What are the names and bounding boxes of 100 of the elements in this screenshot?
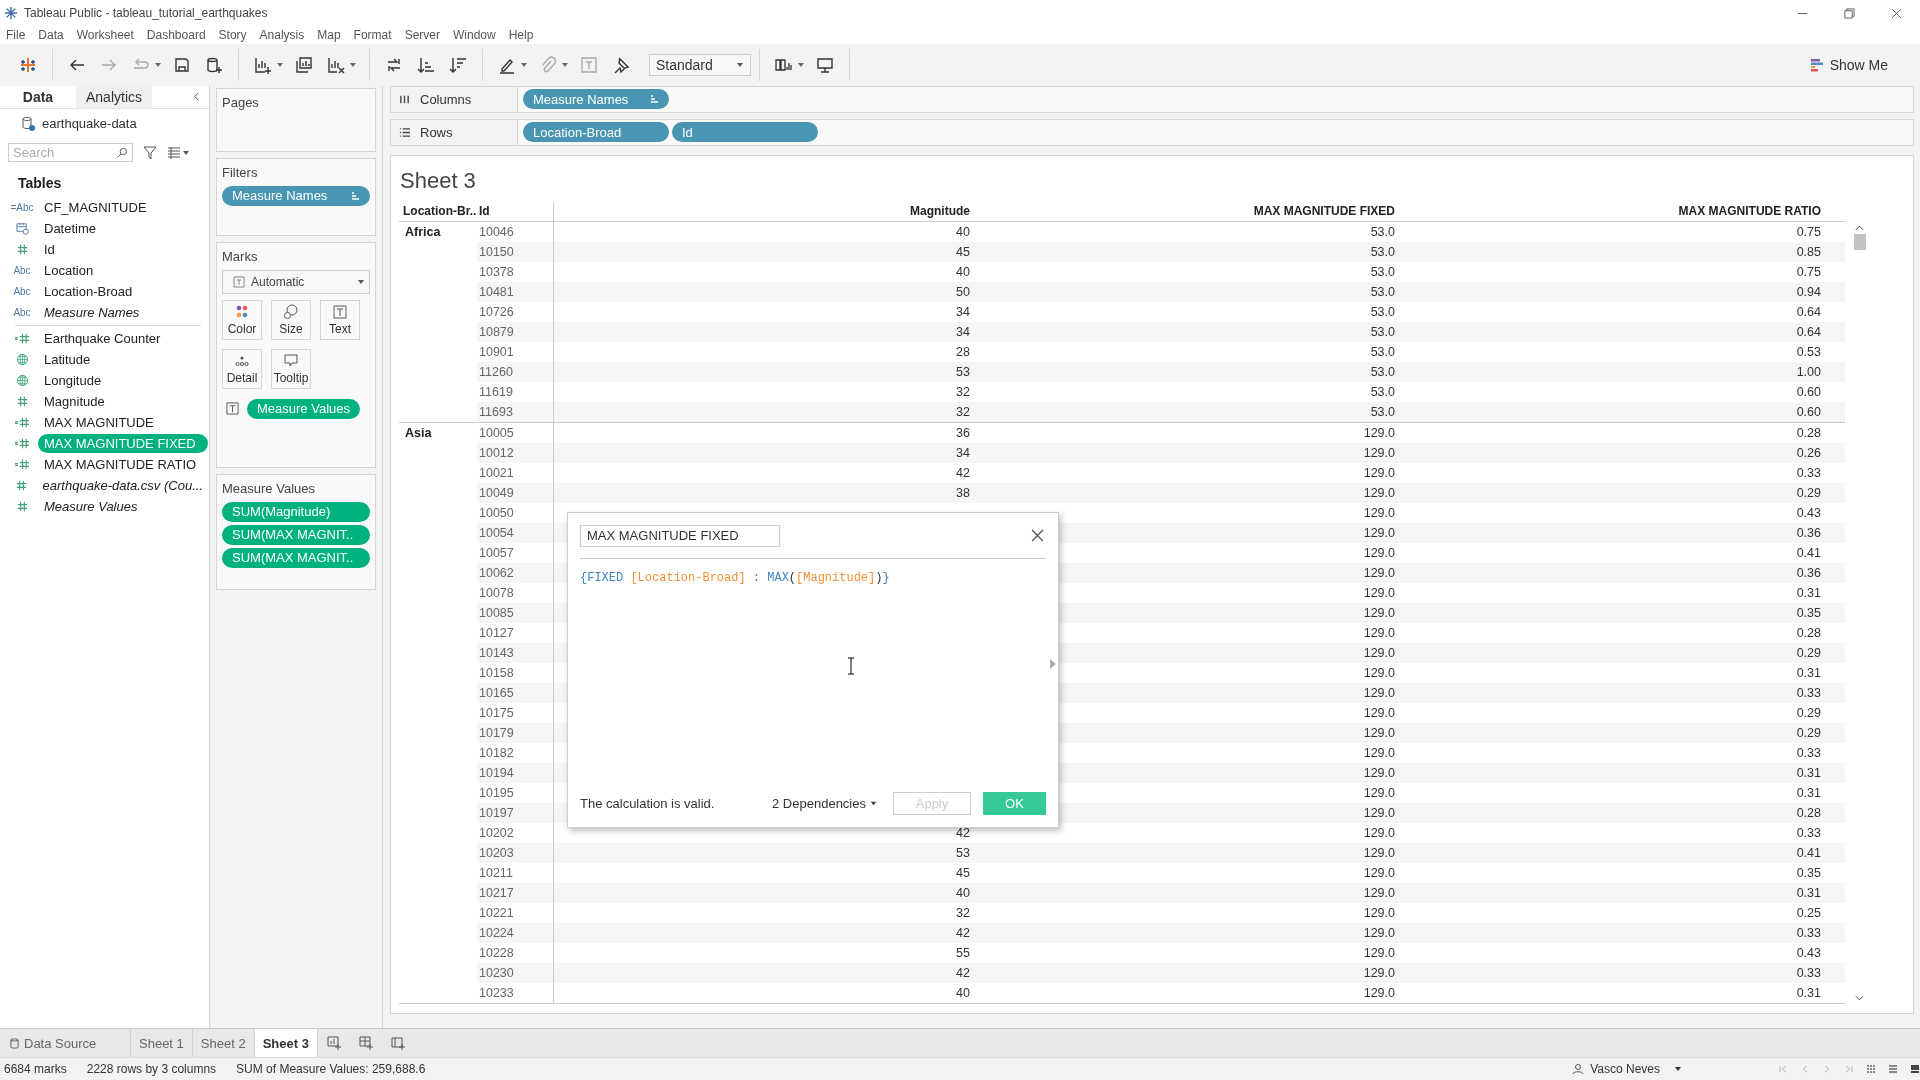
field-item[interactable]: MAX MAGNITUDE RATIO [38, 455, 203, 473]
dependencies-dropdown[interactable]: 2 Dependencies [772, 796, 877, 812]
menu-item[interactable]: Format [353, 28, 392, 43]
field-item[interactable]: MAX MAGNITUDE [38, 413, 160, 431]
sheet-tab[interactable]: Sheet 3 [254, 1029, 318, 1058]
mark-property-button[interactable]: Color [222, 299, 262, 340]
table-cell: 0.33 [1796, 465, 1821, 480]
column-header[interactable]: Magnitude [554, 204, 974, 219]
column-header[interactable]: Id [477, 201, 554, 221]
close-icon[interactable] [1891, 7, 1902, 19]
view-list-icon[interactable] [167, 145, 181, 160]
mark-property-button[interactable]: Size [271, 299, 311, 340]
menu-item[interactable]: Help [508, 28, 534, 43]
field-item[interactable]: Measure Values [38, 497, 144, 515]
table-cell: 0.31 [1796, 985, 1821, 1000]
menu-item[interactable]: Window [452, 28, 496, 43]
menu-item[interactable]: Map [317, 28, 341, 43]
table-cell: 10726 [479, 304, 514, 319]
field-item[interactable]: Earthquake Counter [38, 329, 167, 347]
menu-item[interactable]: Dashboard [146, 28, 206, 43]
field-item[interactable]: Measure Names [38, 303, 146, 321]
menu-item[interactable]: Worksheet [76, 28, 134, 43]
grid-view-icon[interactable] [1866, 1064, 1876, 1074]
sheet-title: Sheet 3 [399, 166, 477, 195]
mark-property-button[interactable]: Detail [222, 348, 262, 389]
table-cell: 10046 [479, 224, 514, 239]
close-icon[interactable] [1031, 529, 1044, 543]
datasource-icon[interactable] [20, 115, 36, 132]
caret-icon[interactable] [182, 148, 190, 157]
mark-property-button[interactable]: Tooltip [271, 348, 311, 389]
table-cell: 36 [956, 425, 970, 440]
table-cell: 0.33 [1796, 745, 1821, 760]
column-header[interactable]: MAX MAGNITUDE RATIO [1399, 204, 1825, 219]
scroll-up-icon[interactable] [1855, 224, 1864, 231]
table-cell: 0.28 [1796, 805, 1821, 820]
menu-item[interactable]: Server [404, 28, 440, 43]
pane-tab[interactable]: Analytics [76, 85, 152, 108]
circles-icon [283, 303, 299, 320]
menu-item[interactable]: Story [218, 28, 247, 43]
status-text: SUM of Measure Values: 259,688.6 [236, 1062, 426, 1076]
new-worksheet-icon[interactable] [325, 1035, 342, 1052]
menu-item[interactable]: Data [38, 28, 64, 43]
caret-icon [357, 277, 365, 286]
user-name[interactable]: Vasco Neves [1590, 1062, 1660, 1076]
filmstrip-view-icon[interactable] [1910, 1064, 1920, 1074]
field-item[interactable]: Location-Broad [38, 282, 139, 300]
column-header[interactable]: Location-Br.. [399, 204, 477, 219]
scroll-down-icon[interactable] [1855, 994, 1864, 1001]
calculation-name-field[interactable]: MAX MAGNITUDE FIXED [580, 524, 780, 547]
table-cell: 0.29 [1796, 725, 1821, 740]
scrollbar-thumb[interactable] [1853, 233, 1866, 250]
calculated-number-icon [13, 457, 31, 471]
table-cell: 0.31 [1796, 585, 1821, 600]
duplicate-chart-icon[interactable] [294, 54, 314, 75]
table-cell: 32 [956, 905, 970, 920]
formula-text[interactable]: {FIXED [Location-Broad] : MAX([Magnitude])} [580, 558, 890, 585]
caret-icon[interactable] [736, 60, 744, 69]
table-cell: 10228 [479, 945, 514, 960]
table-cell: 53.0 [1370, 304, 1395, 319]
table-cell: 10054 [479, 525, 514, 540]
caret-icon[interactable] [1674, 1065, 1682, 1073]
menu-item[interactable]: Analysis [259, 28, 305, 43]
filter-icon[interactable] [143, 145, 157, 160]
column-header[interactable]: MAX MAGNITUDE FIXED [974, 204, 1399, 219]
text-type-icon: Abc [13, 264, 31, 276]
field-item[interactable]: Datetime [38, 219, 103, 237]
mark-type-dropdown[interactable]: Automatic [222, 269, 370, 294]
rows-icon [399, 126, 410, 138]
table-cell: 10224 [479, 925, 514, 940]
mark-property-button[interactable]: Text [320, 299, 360, 340]
card-title: Measure Values [222, 480, 316, 496]
field-item[interactable]: Location [38, 261, 100, 279]
table-cell: 129.0 [1363, 485, 1395, 500]
field-item[interactable]: CF_MAGNITUDE [38, 198, 153, 216]
field-item[interactable]: Longitude [38, 371, 108, 389]
list-view-icon[interactable] [1888, 1064, 1898, 1074]
show-me-button[interactable]: Show Me [1803, 55, 1894, 74]
speech-bubble-icon [283, 352, 299, 369]
new-dashboard-icon[interactable] [357, 1035, 374, 1052]
table-cell: 0.36 [1796, 565, 1821, 580]
text-cursor-icon [847, 656, 855, 675]
window-title: Tableau Public - tableau_tutorial_earthquakes [24, 6, 268, 21]
search-field[interactable]: Search [8, 143, 133, 163]
fit-dropdown[interactable]: Standard [649, 53, 751, 76]
new-story-icon[interactable] [389, 1035, 406, 1052]
field-item[interactable]: earthquake-data.csv (Cou... [36, 476, 209, 494]
table-cell: 34 [956, 445, 970, 460]
table-cell: 129.0 [1363, 785, 1395, 800]
table-cell: 0.35 [1796, 605, 1821, 620]
field-item[interactable]: Magnitude [38, 392, 111, 410]
collapse-icon[interactable] [192, 92, 201, 102]
menu-item[interactable]: File [6, 28, 26, 43]
caret-icon[interactable] [870, 800, 877, 808]
field-item[interactable]: Id [38, 240, 61, 258]
table-cell: 129.0 [1363, 665, 1395, 680]
datasource-name[interactable]: earthquake-data [42, 116, 137, 132]
restore-icon[interactable] [1844, 7, 1855, 19]
table-cell: 53.0 [1370, 244, 1395, 259]
field-item[interactable]: Latitude [38, 350, 97, 368]
table-cell: 42 [956, 825, 970, 840]
